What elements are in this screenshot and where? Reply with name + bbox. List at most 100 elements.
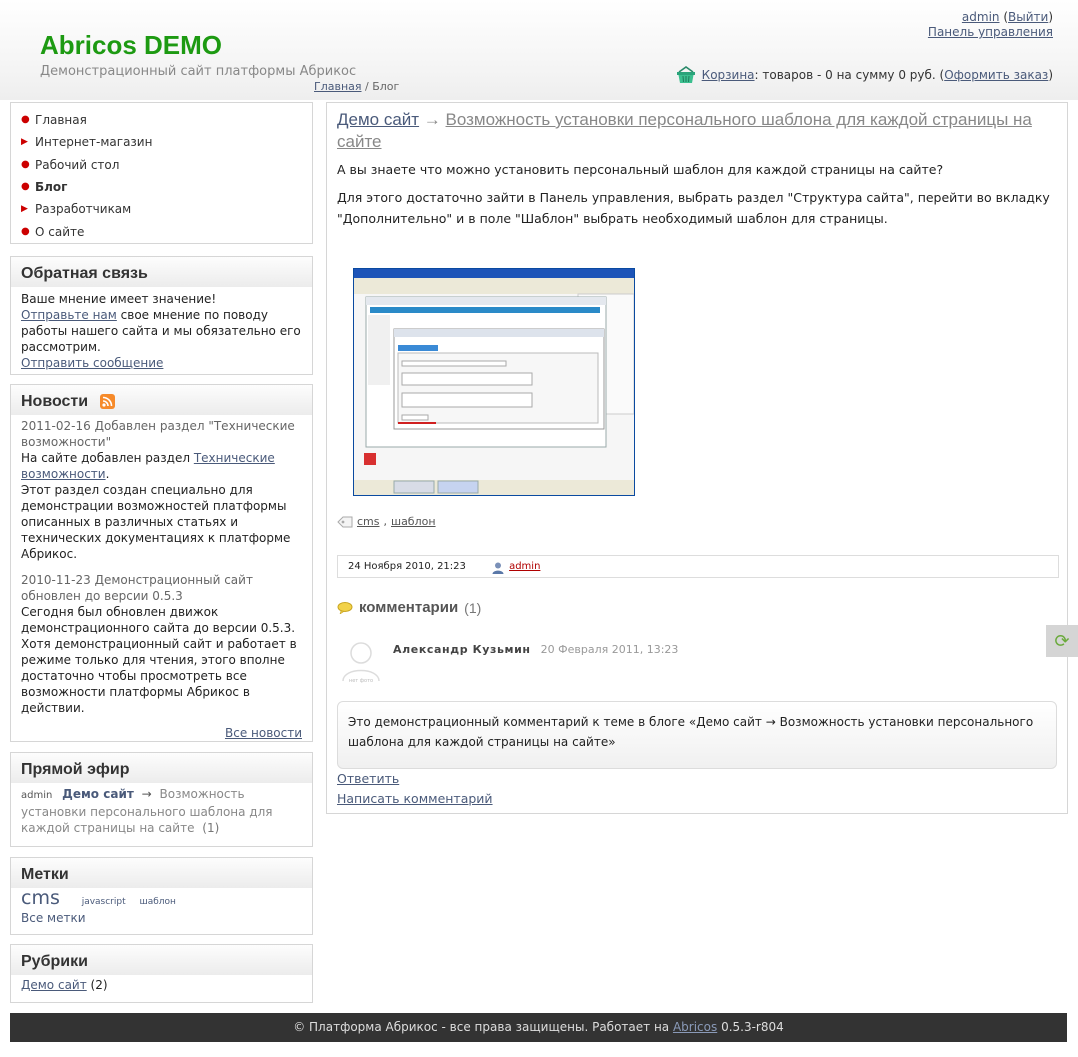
menu-item-about[interactable]: ● О сайте	[21, 220, 312, 242]
menu-item-label: Интернет-магазин	[35, 135, 153, 150]
expand-triangle-icon: ▶	[21, 204, 28, 215]
cart-close-paren: )	[1048, 68, 1053, 82]
write-comment-link[interactable]: Написать комментарий	[337, 791, 493, 806]
user-name-link[interactable]: admin	[962, 10, 1000, 24]
menu-item-developers[interactable]: ▶ Разработчикам	[21, 198, 312, 220]
avatar-caption: нет фото	[348, 678, 374, 684]
bullet-icon: ●	[21, 114, 30, 126]
site-logo[interactable]: Abricos DEMO	[40, 30, 222, 61]
comments-heading: комментарии (1)	[337, 599, 481, 616]
news-text: Сегодня был обновлен движок демонстрацио…	[21, 605, 297, 715]
comment-author: Александр Кузьмин	[393, 643, 531, 656]
rss-icon[interactable]	[100, 394, 116, 410]
refresh-icon[interactable]: ⟳	[1046, 625, 1078, 657]
footer-text: © Платформа Абрикос - все права защищены…	[293, 1020, 673, 1034]
news-title: Новости	[21, 393, 116, 411]
feedback-send-inline-link[interactable]: Отправьте нам	[21, 308, 117, 322]
all-news-link[interactable]: Все новости	[225, 726, 302, 740]
comment-date: 20 Февраля 2011, 13:23	[540, 643, 679, 656]
basket-icon	[676, 66, 695, 83]
header: Abricos DEMO Демонстрационный сайт платф…	[0, 0, 1078, 100]
breadcrumb-current: Блог	[372, 80, 400, 93]
news-date: 2010-11-23	[21, 573, 91, 587]
rubrics-title: Рубрики	[21, 953, 88, 970]
footer-version: 0.5.3-r804	[717, 1020, 784, 1034]
rubrics-box: Рубрики Демо сайт (2)	[10, 944, 313, 1003]
breadcrumb-home[interactable]: Главная	[314, 80, 362, 93]
all-tags-link[interactable]: Все метки	[21, 910, 302, 926]
menu-item-label: Блог	[35, 180, 68, 195]
logout-link[interactable]: Выйти	[1008, 10, 1048, 24]
news-text: Этот раздел создан специально для демонс…	[21, 483, 291, 561]
post-author-link[interactable]: admin	[509, 556, 540, 577]
send-message-link[interactable]: Отправить сообщение	[21, 356, 163, 370]
post-tag-template[interactable]: шаблон	[391, 515, 436, 528]
live-user[interactable]: admin	[21, 790, 52, 801]
live-arrow: →	[141, 787, 152, 801]
post-paragraph: Для этого достаточно зайти в Панель упра…	[337, 190, 1050, 226]
reply-link[interactable]: Ответить	[337, 771, 399, 786]
menu-item-label: Разработчикам	[35, 202, 132, 217]
bullet-icon: ●	[21, 158, 30, 170]
post-tags: cms, шаблон	[337, 515, 436, 528]
cart-summary-text: : товаров - 0 на сумму 0 руб. (	[754, 68, 945, 82]
news-text-post: .	[105, 467, 110, 481]
post-body: А вы знаете что можно установить персона…	[337, 159, 1052, 236]
footer: © Платформа Абрикос - все права защищены…	[10, 1013, 1067, 1042]
tag-template[interactable]: шаблон	[139, 897, 175, 907]
news-box: Новости 2011-02-16 Добавлен раздел "Техн…	[10, 384, 313, 742]
comment-bubble: Это демонстрационный комментарий к теме …	[337, 701, 1057, 769]
menu-item-home[interactable]: ● Главная	[21, 109, 312, 131]
comment-bubble-icon	[337, 601, 353, 614]
menu-item-label: О сайте	[35, 224, 85, 239]
post-info-bar: 24 Ноября 2010, 21:23 admin	[337, 555, 1059, 578]
checkout-link[interactable]: Оформить заказ	[944, 68, 1048, 82]
post-tag-cms[interactable]: cms	[357, 515, 380, 528]
tag-separator: ,	[383, 515, 388, 528]
post-title: Демо сайт → Возможность установки персон…	[337, 109, 1052, 153]
cart-summary: Корзина: товаров - 0 на сумму 0 руб. (Оф…	[676, 66, 1053, 84]
tag-cms[interactable]: cms	[21, 887, 60, 909]
tags-title: Метки	[21, 866, 69, 883]
site-slogan: Демонстрационный сайт платформы Абрикос	[40, 64, 357, 79]
news-item: 2010-11-23 Демонстрационный сайт обновле…	[21, 572, 302, 716]
live-title: Прямой эфир	[21, 761, 130, 778]
bullet-icon: ●	[21, 181, 30, 193]
comments-count: (1)	[464, 599, 482, 616]
feedback-title: Обратная связь	[21, 265, 148, 282]
tags-box: Метки cms javascript шаблон Все метки	[10, 857, 313, 935]
news-title-text: Новости	[21, 393, 89, 410]
control-panel-link[interactable]: Панель управления	[928, 25, 1053, 39]
post-date: 24 Ноября 2010, 21:23	[348, 561, 466, 572]
menu-item-label: Главная	[35, 113, 87, 128]
live-count: (1)	[202, 821, 220, 835]
post-blog-link[interactable]: Демо сайт	[337, 110, 419, 129]
news-item: 2011-02-16 Добавлен раздел "Технические …	[21, 418, 302, 562]
rubric-link[interactable]: Демо сайт	[21, 978, 87, 992]
footer-abricos-link[interactable]: Abricos	[673, 1020, 717, 1034]
post-screenshot-image	[353, 268, 635, 496]
post-paragraph: А вы знаете что можно установить персона…	[337, 162, 944, 177]
menu-item-desktop[interactable]: ● Рабочий стол	[21, 154, 312, 176]
breadcrumb-sep: /	[361, 80, 373, 93]
user-icon	[492, 562, 504, 574]
comment-text: Это демонстрационный комментарий к теме …	[348, 715, 1034, 749]
expand-triangle-icon: ▶	[21, 137, 28, 148]
live-box: Прямой эфир admin Демо сайт → Возможност…	[10, 752, 313, 847]
breadcrumb: Главная / Блог	[314, 80, 399, 93]
feedback-line: Ваше мнение имеет значение!	[21, 292, 217, 306]
news-text-pre: На сайте добавлен раздел	[21, 451, 194, 465]
post-title-arrow: →	[419, 110, 446, 129]
main-content: Демо сайт → Возможность установки персон…	[326, 102, 1068, 814]
cart-link[interactable]: Корзина	[702, 68, 755, 82]
rubric-count: (2)	[86, 978, 108, 992]
news-date: 2011-02-16	[21, 419, 91, 433]
live-blog-link[interactable]: Демо сайт	[62, 787, 134, 801]
menu-item-label: Рабочий стол	[35, 157, 120, 172]
tag-javascript[interactable]: javascript	[82, 897, 126, 907]
avatar: нет фото	[339, 637, 383, 689]
feedback-box: Обратная связь Ваше мнение имеет значени…	[10, 256, 313, 375]
main-menu: ● Главная ▶ Интернет-магазин ● Рабочий стол…	[10, 102, 313, 244]
menu-item-blog[interactable]: ● Блог	[21, 176, 312, 198]
menu-item-shop[interactable]: ▶ Интернет-магазин	[21, 131, 312, 153]
